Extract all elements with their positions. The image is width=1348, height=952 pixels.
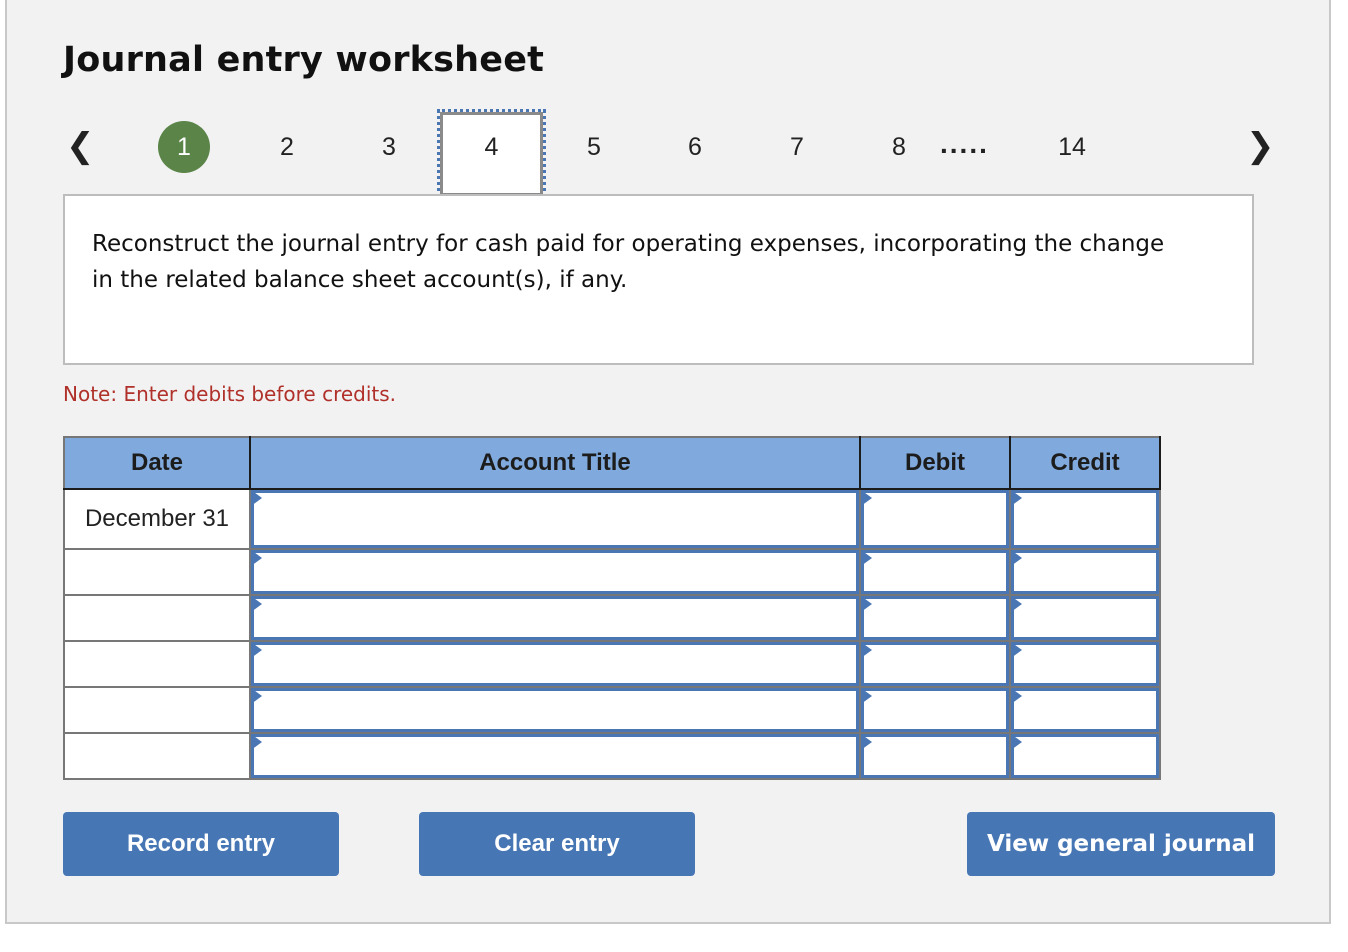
dropdown-marker-icon — [861, 550, 872, 566]
account-title-input-cell — [249, 488, 861, 550]
note-text: Note: Enter debits before credits. — [63, 382, 397, 406]
credit-input-cell — [1009, 640, 1161, 688]
table-row — [63, 732, 1161, 780]
account-title-input[interactable] — [251, 642, 859, 686]
dropdown-marker-icon — [1011, 642, 1022, 658]
account-title-input[interactable] — [251, 688, 859, 732]
view-general-journal-button[interactable]: View general journal — [967, 812, 1275, 876]
date-cell: December 31 — [63, 488, 251, 550]
account-title-input-cell — [249, 548, 861, 596]
account-title-input-cell — [249, 732, 861, 780]
column-header-date: Date — [63, 436, 251, 490]
debit-input-cell — [859, 594, 1011, 642]
instruction-box: Reconstruct the journal entry for cash p… — [63, 194, 1254, 365]
chevron-left-icon[interactable]: ❮ — [66, 126, 95, 166]
record-entry-button[interactable]: Record entry — [63, 812, 339, 876]
credit-input[interactable] — [1011, 596, 1159, 640]
column-header-credit: Credit — [1009, 436, 1161, 490]
dropdown-marker-icon — [251, 596, 262, 612]
instruction-text: Reconstruct the journal entry for cash p… — [92, 231, 1165, 293]
debit-input-cell — [859, 548, 1011, 596]
page-tab-6[interactable]: 6 — [675, 133, 715, 162]
page-tab-7[interactable]: 7 — [777, 133, 817, 162]
dropdown-marker-icon — [861, 490, 872, 506]
clear-entry-button[interactable]: Clear entry — [419, 812, 695, 876]
column-header-debit: Debit — [859, 436, 1011, 490]
credit-input[interactable] — [1011, 550, 1159, 594]
table-row — [63, 640, 1161, 688]
dropdown-marker-icon — [251, 734, 262, 750]
dropdown-marker-icon — [861, 596, 872, 612]
page-tab-8[interactable]: 8 — [879, 133, 919, 162]
debit-input[interactable] — [861, 596, 1009, 640]
dropdown-marker-icon — [1011, 596, 1022, 612]
account-title-input-cell — [249, 640, 861, 688]
date-cell — [63, 686, 251, 734]
dropdown-marker-icon — [251, 642, 262, 658]
table-row: December 31 — [63, 488, 1161, 550]
debit-input[interactable] — [861, 550, 1009, 594]
account-title-input[interactable] — [251, 734, 859, 778]
debit-input[interactable] — [861, 688, 1009, 732]
dropdown-marker-icon — [251, 550, 262, 566]
credit-input-cell — [1009, 686, 1161, 734]
date-cell — [63, 594, 251, 642]
dropdown-marker-icon — [1011, 490, 1022, 506]
credit-input-cell — [1009, 732, 1161, 780]
account-title-input[interactable] — [251, 596, 859, 640]
debit-input-cell — [859, 488, 1011, 550]
page-tab-14[interactable]: 14 — [1052, 133, 1092, 162]
credit-input-cell — [1009, 548, 1161, 596]
debit-input-cell — [859, 686, 1011, 734]
credit-input-cell — [1009, 488, 1161, 550]
page-tab-4[interactable]: 4 — [437, 109, 546, 199]
dropdown-marker-icon — [251, 688, 262, 704]
credit-input-cell — [1009, 594, 1161, 642]
dropdown-marker-icon — [861, 642, 872, 658]
journal-table: Date Account Title Debit Credit December… — [63, 436, 1161, 780]
page-tab-3[interactable]: 3 — [369, 133, 409, 162]
page-title: Journal entry worksheet — [63, 40, 545, 80]
date-cell — [63, 640, 251, 688]
date-cell — [63, 732, 251, 780]
account-title-input-cell — [249, 686, 861, 734]
credit-input[interactable] — [1011, 490, 1159, 548]
debit-input[interactable] — [861, 734, 1009, 778]
table-row — [63, 548, 1161, 596]
page-tab-1[interactable]: 1 — [158, 121, 210, 173]
credit-input[interactable] — [1011, 734, 1159, 778]
table-row — [63, 686, 1161, 734]
dropdown-marker-icon — [1011, 688, 1022, 704]
credit-input[interactable] — [1011, 642, 1159, 686]
dropdown-marker-icon — [861, 688, 872, 704]
date-cell — [63, 548, 251, 596]
debit-input-cell — [859, 640, 1011, 688]
page-tab-2[interactable]: 2 — [267, 133, 307, 162]
debit-input[interactable] — [861, 490, 1009, 548]
table-row — [63, 594, 1161, 642]
dropdown-marker-icon — [251, 490, 262, 506]
account-title-input-cell — [249, 594, 861, 642]
dropdown-marker-icon — [1011, 734, 1022, 750]
page-tab-5[interactable]: 5 — [574, 133, 614, 162]
account-title-input[interactable] — [251, 490, 859, 548]
pagination-ellipsis: ..... — [940, 128, 989, 159]
dropdown-marker-icon — [1011, 550, 1022, 566]
debit-input[interactable] — [861, 642, 1009, 686]
dropdown-marker-icon — [861, 734, 872, 750]
column-header-account-title: Account Title — [249, 436, 861, 490]
chevron-right-icon[interactable]: ❯ — [1246, 126, 1275, 166]
debit-input-cell — [859, 732, 1011, 780]
credit-input[interactable] — [1011, 688, 1159, 732]
account-title-input[interactable] — [251, 550, 859, 594]
